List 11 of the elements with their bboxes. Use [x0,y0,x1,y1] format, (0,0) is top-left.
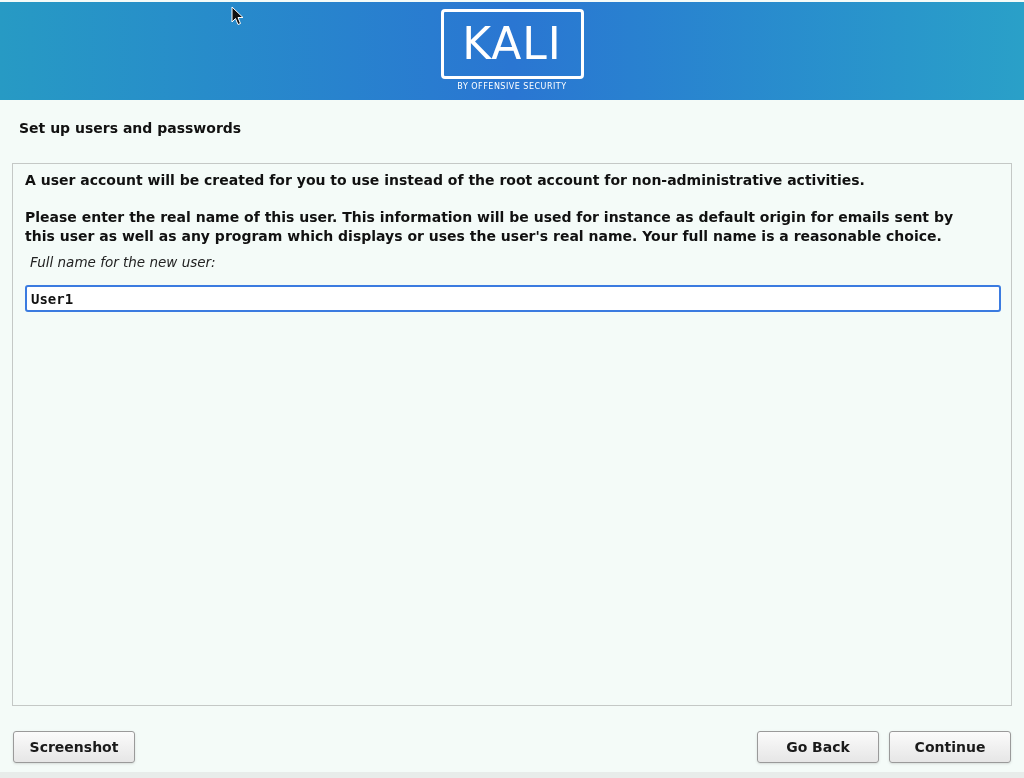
page-title: Set up users and passwords [19,120,242,136]
dialog-button[interactable]: Screenshot [13,731,135,763]
mouse-pointer-icon [231,6,244,26]
instruction-text: A user account will be created for you to use instead of the root account for non-administrative activities. [25,171,866,190]
dialog-button[interactable]: Continue [889,731,1011,763]
dialog-button[interactable]: Go Back [757,731,879,763]
logo-tagline: BY OFFENSIVE SECURITY [457,83,567,91]
instruction-text: Please enter the real name of this user. This information will be used for instance as default origin for emails sent by this user as well as any program which displays or uses the user's real name. Your full name is a reasonable choice. [25,208,955,246]
logo-wordmark: KALI [462,22,562,66]
full-name-field[interactable]: User1 [25,285,1001,313]
field-label: Full name for the new user: [30,253,217,272]
